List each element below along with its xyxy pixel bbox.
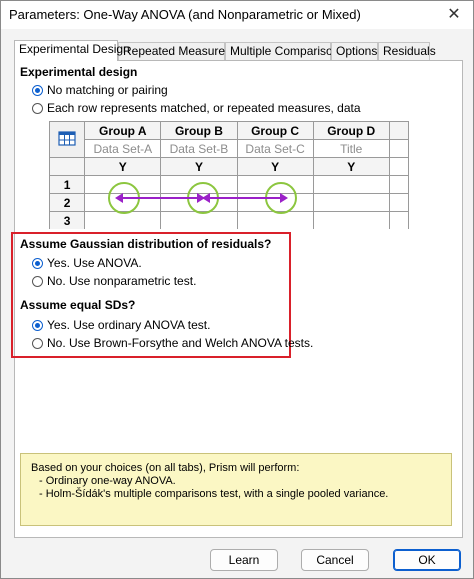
radio-yes-ordinary-anova[interactable]: Yes. Use ordinary ANOVA test. — [32, 318, 210, 332]
radio-indicator[interactable] — [32, 102, 43, 114]
radio-label: No matching or pairing — [47, 83, 168, 97]
radio-label: Each row represents matched, or repeated… — [47, 101, 361, 115]
tab-experimental-design[interactable]: Experimental Design — [14, 40, 130, 61]
title-bar: Parameters: One-Way ANOVA (and Nonparame… — [1, 1, 473, 29]
radio-yes-anova[interactable]: Yes. Use ANOVA. — [32, 256, 142, 270]
radio-label: Yes. Use ordinary ANOVA test. — [47, 318, 211, 332]
tab-multiple-comparisons[interactable]: Multiple Comparisons — [225, 42, 345, 60]
arrowhead-left-icon — [202, 193, 210, 203]
tab-options[interactable]: Options — [331, 42, 378, 60]
equal-sds-heading: Assume equal SDs? — [20, 298, 136, 312]
learn-button[interactable]: Learn — [210, 549, 278, 571]
radio-each-row-matched[interactable]: Each row represents matched, or repeated… — [32, 101, 361, 115]
data-table-preview: Group A Group B Group C Group D Data Set… — [49, 121, 409, 229]
radio-no-matching[interactable]: No matching or pairing — [32, 83, 168, 97]
radio-no-brown-forsythe-welch[interactable]: No. Use Brown-Forsythe and Welch ANOVA t… — [32, 336, 313, 350]
summary-item: - Ordinary one-way ANOVA. — [39, 475, 176, 487]
radio-label: No. Use Brown-Forsythe and Welch ANOVA t… — [47, 336, 314, 350]
experimental-design-heading: Experimental design — [20, 65, 138, 79]
ok-button[interactable]: OK — [393, 549, 461, 571]
arrowhead-right-icon — [280, 193, 288, 203]
radio-label: No. Use nonparametric test. — [47, 274, 197, 288]
summary-item: - Holm-Šídák's multiple comparisons test… — [39, 488, 389, 500]
arrowhead-left-icon — [115, 193, 123, 203]
cancel-button[interactable]: Cancel — [301, 549, 369, 571]
tab-repeated-measures[interactable]: Repeated Measures — [118, 42, 231, 60]
radio-indicator[interactable] — [32, 275, 43, 287]
radio-no-nonparametric[interactable]: No. Use nonparametric test. — [32, 274, 196, 288]
radio-indicator[interactable] — [32, 319, 43, 331]
radio-indicator[interactable] — [32, 257, 43, 269]
dialog-window: Parameters: One-Way ANOVA (and Nonparame… — [0, 0, 474, 579]
summary-intro: Based on your choices (on all tabs), Pri… — [31, 462, 300, 474]
gaussian-heading: Assume Gaussian distribution of residual… — [20, 237, 272, 251]
tab-residuals[interactable]: Residuals — [378, 42, 436, 60]
radio-indicator[interactable] — [32, 84, 43, 96]
analysis-summary-box: Based on your choices (on all tabs), Pri… — [20, 453, 452, 526]
window-title: Parameters: One-Way ANOVA (and Nonparame… — [9, 7, 361, 22]
radio-label: Yes. Use ANOVA. — [47, 256, 142, 270]
close-icon[interactable]: ✕ — [443, 4, 465, 26]
comparison-overlay — [108, 182, 297, 214]
radio-indicator[interactable] — [32, 337, 43, 349]
